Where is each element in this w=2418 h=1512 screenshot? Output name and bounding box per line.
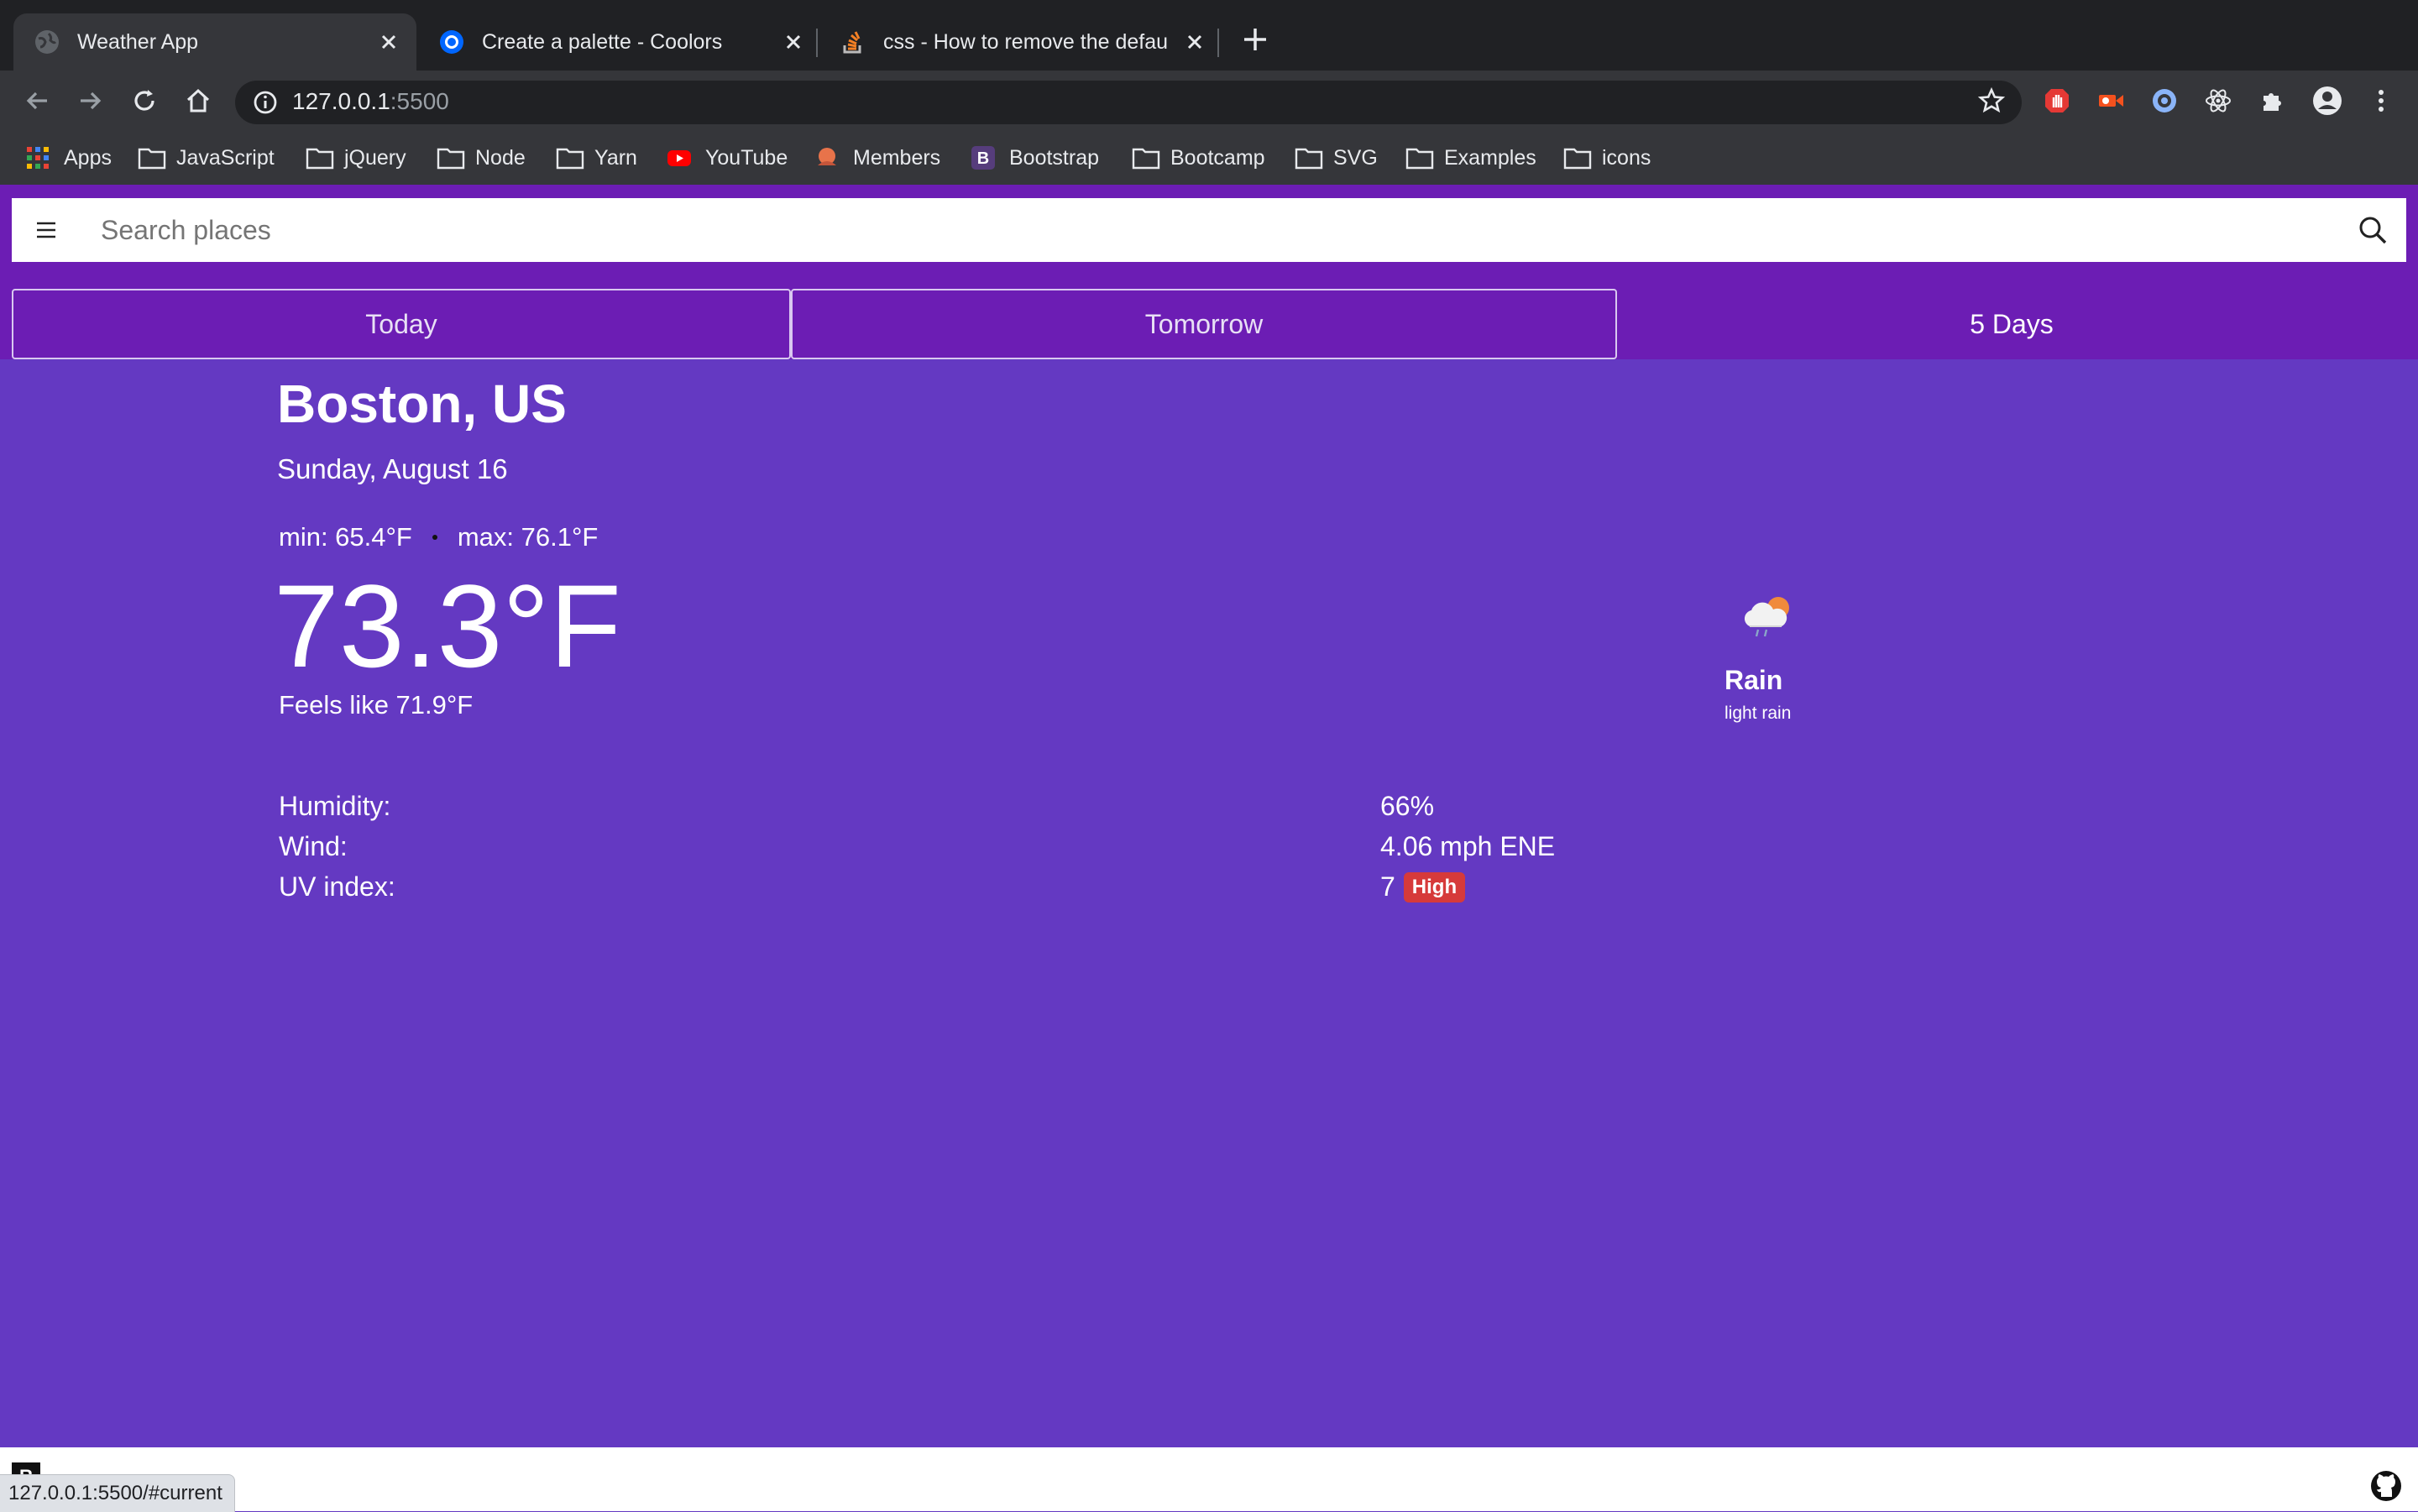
max-temp: max: 76.1°F [457, 522, 599, 552]
min-temp: min: 65.4°F [279, 522, 412, 552]
url-port: :5500 [390, 88, 449, 114]
bookmark-label: Node [475, 145, 526, 170]
bookmark-node[interactable]: Node [437, 144, 526, 171]
bookmark-label: Members [853, 145, 941, 170]
close-icon[interactable] [376, 29, 401, 55]
bookmark-star-icon[interactable] [1976, 86, 2007, 116]
bookmark-icons[interactable]: icons [1563, 144, 1651, 171]
bootstrap-b-icon: B [971, 146, 995, 170]
bookmark-bootstrap[interactable]: B Bootstrap [971, 144, 1099, 171]
uv-index-label: UV index: [279, 871, 395, 902]
search-input[interactable] [81, 198, 2339, 262]
tab-5-days[interactable]: 5 Days [1617, 289, 2406, 359]
uv-index-value: 7 High [1380, 871, 1466, 902]
tab-title: Create a palette - Coolors [482, 29, 723, 54]
folder-icon [1132, 148, 1160, 170]
bookmark-jquery[interactable]: jQuery [306, 144, 406, 171]
bookmark-yarn[interactable]: Yarn [556, 144, 637, 171]
members-avatar-icon [818, 148, 836, 165]
kebab-menu-icon[interactable] [2366, 86, 2396, 116]
youtube-icon [667, 150, 691, 166]
github-icon[interactable] [2369, 1469, 2403, 1503]
tab-separator [1217, 29, 1219, 57]
bookmark-svg[interactable]: SVG [1295, 144, 1378, 171]
bookmark-bootcamp[interactable]: Bootcamp [1132, 144, 1265, 171]
video-record-icon[interactable] [2096, 86, 2126, 116]
bookmark-label: Bootstrap [1009, 145, 1100, 170]
bookmark-label: Apps [64, 145, 112, 170]
globe-icon [35, 30, 59, 54]
current-date: Sunday, August 16 [277, 453, 508, 484]
uv-number: 7 [1380, 871, 1395, 902]
apps-grid-icon [27, 147, 49, 169]
adblock-hand-icon[interactable] [2042, 86, 2072, 116]
bookmark-label: icons [1602, 145, 1651, 170]
condition-description: light rain [1725, 704, 1792, 723]
bookmark-members[interactable]: Members [814, 144, 940, 171]
page-footer [0, 1447, 2418, 1511]
uv-level-badge: High [1403, 871, 1466, 902]
profile-avatar-icon[interactable] [2311, 84, 2344, 118]
condition-main: Rain [1725, 665, 1783, 695]
browser-tab-coolors[interactable]: Create a palette - Coolors [418, 13, 821, 71]
forward-arrow-icon[interactable] [76, 86, 106, 116]
back-arrow-icon[interactable] [22, 86, 52, 116]
tab-title: Weather App [77, 29, 199, 54]
bookmark-label: Yarn [594, 145, 637, 170]
extensions-puzzle-icon[interactable] [2257, 86, 2287, 116]
bookmark-youtube[interactable]: YouTube [667, 144, 788, 171]
feels-like: Feels like 71.9°F [279, 690, 474, 719]
search-button[interactable] [2339, 198, 2406, 262]
bookmark-label: YouTube [705, 145, 788, 170]
home-icon[interactable] [183, 86, 213, 116]
svg-text:B: B [977, 149, 989, 168]
stackoverflow-icon [843, 31, 861, 54]
folder-icon [556, 148, 584, 170]
url-host: 127.0.0.1 [292, 88, 390, 114]
folder-icon [138, 148, 166, 170]
bookmark-apps[interactable]: Apps [25, 144, 112, 171]
close-icon[interactable] [781, 29, 806, 55]
react-devtools-icon[interactable] [2203, 86, 2233, 116]
address-bar[interactable] [235, 81, 2022, 124]
address-url[interactable]: 127.0.0.1:5500 [292, 86, 449, 117]
tab-today[interactable]: Today [12, 289, 791, 359]
tab-title: css - How to remove the defau [883, 29, 1169, 54]
humidity-value: 66% [1380, 791, 1435, 821]
cloud-sun-rain-icon [1744, 597, 1789, 637]
bookmark-label: JavaScript [176, 145, 275, 170]
folder-icon [1563, 148, 1592, 170]
folder-icon [1295, 148, 1323, 170]
browser-tab-weather-app[interactable]: Weather App [13, 13, 416, 71]
browser-tab-stackoverflow[interactable]: css - How to remove the defau [819, 13, 1222, 71]
location-title: Boston, US [277, 374, 567, 434]
info-icon[interactable] [250, 87, 280, 118]
reload-icon[interactable] [129, 86, 160, 116]
bookmark-label: Bootcamp [1170, 145, 1265, 170]
bookmark-examples[interactable]: Examples [1405, 144, 1536, 171]
hamburger-menu-icon [37, 222, 55, 238]
folder-icon [306, 148, 334, 170]
folder-icon [1405, 148, 1434, 170]
new-tab-plus-icon[interactable] [1241, 25, 1269, 54]
coolors-icon [440, 30, 463, 54]
separator-dot [432, 535, 437, 540]
bookmark-javascript[interactable]: JavaScript [138, 144, 275, 171]
extension-circle-icon[interactable] [2149, 86, 2180, 116]
tab-separator [816, 29, 818, 57]
browser-status-url: 127.0.0.1:5500/#current [0, 1474, 235, 1512]
search-icon [2359, 217, 2387, 244]
current-temperature: 73.3°F [274, 560, 621, 692]
wind-label: Wind: [279, 831, 348, 861]
tab-tomorrow[interactable]: Tomorrow [791, 289, 1617, 359]
bookmark-label: jQuery [344, 145, 406, 170]
menu-button[interactable] [12, 198, 81, 262]
folder-icon [437, 148, 465, 170]
wind-value: 4.06 mph ENE [1380, 831, 1556, 861]
close-icon[interactable] [1182, 29, 1207, 55]
bookmark-label: Examples [1444, 145, 1536, 170]
bookmark-label: SVG [1333, 145, 1378, 170]
min-max-temps: min: 65.4°F max: 76.1°F [279, 522, 598, 552]
humidity-label: Humidity: [279, 791, 391, 821]
